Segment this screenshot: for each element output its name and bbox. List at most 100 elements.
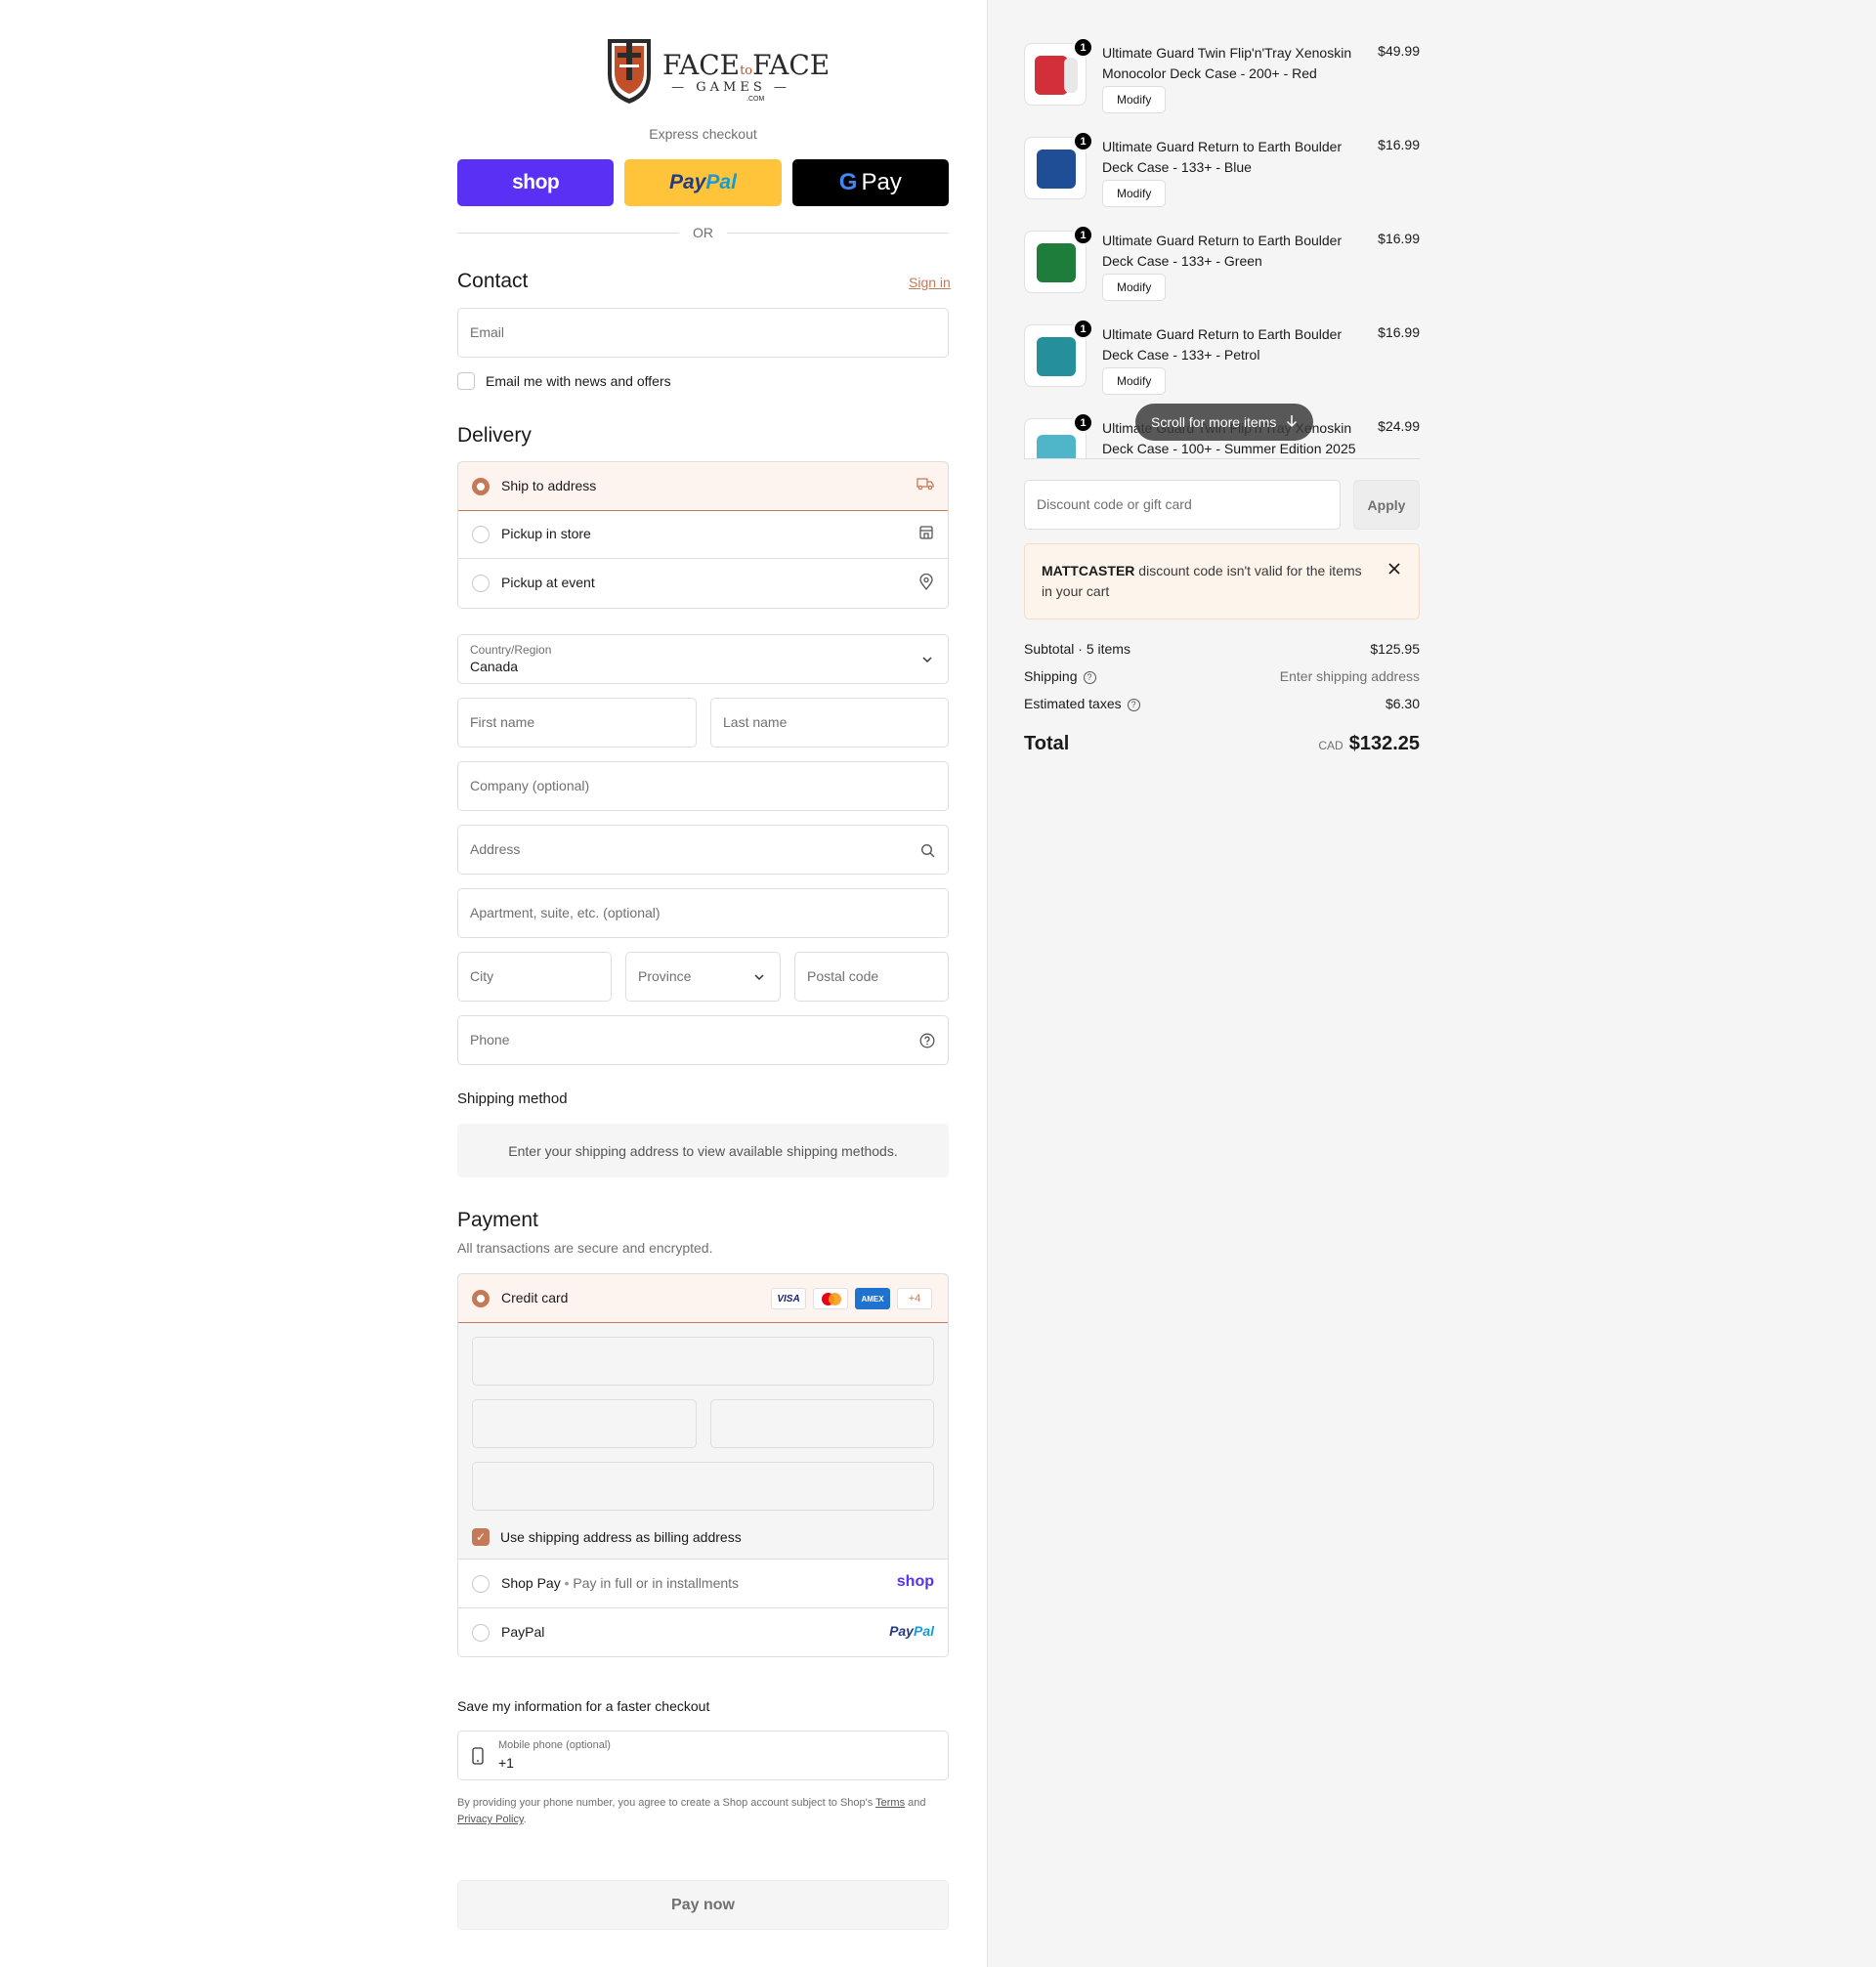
item-price: $49.99: [1378, 43, 1420, 59]
postal-placeholder: Postal code: [807, 968, 879, 984]
modify-button[interactable]: Modify: [1102, 86, 1167, 113]
news-offers-checkbox[interactable]: [457, 372, 475, 390]
ship-radio[interactable]: [472, 478, 490, 495]
email-field[interactable]: Email: [457, 308, 949, 358]
modify-button[interactable]: Modify: [1102, 367, 1167, 395]
city-placeholder: City: [470, 968, 494, 984]
total-value: CAD $132.25: [1318, 733, 1420, 755]
company-field[interactable]: Company (optional): [457, 761, 949, 811]
mobile-phone-icon: [472, 1747, 484, 1768]
card-name-input[interactable]: [472, 1462, 934, 1511]
shipping-method-heading: Shipping method: [457, 1090, 568, 1107]
country-label: Country/Region: [470, 643, 552, 657]
last-name-field[interactable]: Last name: [710, 698, 949, 748]
quantity-badge: 1: [1073, 412, 1093, 433]
store-radio[interactable]: [472, 526, 490, 543]
shop-pay-option[interactable]: Shop Pay • Pay in full or in installment…: [458, 1560, 948, 1608]
phone-placeholder: Phone: [470, 1032, 510, 1048]
shop-pay-express-button[interactable]: shop: [457, 159, 615, 206]
amex-icon: AMEX: [855, 1288, 890, 1309]
email-placeholder: Email: [470, 324, 505, 340]
card-expiry-input[interactable]: [472, 1399, 697, 1448]
gpay-label: Pay: [861, 169, 902, 195]
apartment-placeholder: Apartment, suite, etc. (optional): [470, 905, 661, 920]
cart-items-list[interactable]: 1 Ultimate Guard Twin Flip'n'Tray Xenosk…: [1024, 39, 1420, 459]
google-pay-express-button[interactable]: G Pay: [791, 159, 949, 206]
scroll-hint-label: Scroll for more items: [1151, 414, 1277, 430]
province-placeholder: Province: [638, 968, 692, 984]
apartment-field[interactable]: Apartment, suite, etc. (optional): [457, 888, 949, 938]
help-icon[interactable]: ?: [1083, 670, 1096, 684]
logo-com: .COM: [746, 96, 765, 103]
billing-same-label: Use shipping address as billing address: [500, 1529, 742, 1545]
google-g-icon: G: [838, 169, 858, 195]
shipping-method-info: Enter your shipping address to view avai…: [457, 1124, 949, 1177]
card-cvv-input[interactable]: [710, 1399, 934, 1448]
scroll-more-items-button[interactable]: Scroll for more items: [1135, 404, 1314, 441]
billing-same-checkbox[interactable]: ✓: [472, 1528, 490, 1546]
paypal-option[interactable]: PayPal PayPal: [458, 1608, 948, 1656]
chevron-down-icon: [750, 968, 768, 986]
logo-wordmark: FACEtoFACE: [662, 49, 831, 81]
store-logo[interactable]: FACEtoFACE — GAMES — .COM: [606, 35, 830, 108]
address-placeholder: Address: [470, 841, 521, 857]
sign-in-link[interactable]: Sign in: [909, 275, 951, 290]
terms-link[interactable]: Terms: [875, 1797, 905, 1809]
ship-label: Ship to address: [501, 478, 597, 493]
event-radio[interactable]: [472, 575, 490, 592]
first-name-field[interactable]: First name: [457, 698, 697, 748]
province-select[interactable]: Province: [625, 952, 781, 1002]
cart-item: 1 Ultimate Guard Return to Earth Boulder…: [1024, 319, 1420, 399]
taxes-value: $6.30: [1385, 696, 1420, 711]
discount-code-field[interactable]: Discount code or gift card: [1024, 480, 1341, 530]
contact-heading: Contact: [457, 270, 529, 292]
discount-placeholder: Discount code or gift card: [1037, 496, 1192, 512]
shop-legal-text: By providing your phone number, you agre…: [457, 1797, 926, 1825]
postal-code-field[interactable]: Postal code: [794, 952, 949, 1002]
location-pin-icon: [918, 573, 934, 595]
paypal-express-button[interactable]: Pay Pal: [624, 159, 782, 206]
paypal-logo-part-a: Pay: [669, 171, 706, 193]
card-number-input[interactable]: [472, 1337, 934, 1386]
apply-discount-button[interactable]: Apply: [1353, 480, 1420, 530]
delivery-option-store[interactable]: Pickup in store: [458, 510, 948, 559]
arrow-down-icon: [1286, 414, 1298, 431]
subtotal-value: $125.95: [1370, 641, 1420, 657]
modify-button[interactable]: Modify: [1102, 180, 1167, 207]
store-label: Pickup in store: [501, 526, 591, 541]
privacy-policy-link[interactable]: Privacy Policy: [457, 1814, 524, 1825]
quantity-badge: 1: [1073, 225, 1093, 245]
subtotal-row: Subtotal · 5 items $125.95: [1024, 641, 1420, 657]
delivery-option-ship[interactable]: Ship to address: [458, 462, 948, 511]
item-price: $16.99: [1378, 324, 1420, 340]
credit-card-radio[interactable]: [472, 1290, 490, 1307]
phone-field[interactable]: Phone: [457, 1015, 949, 1065]
search-icon: [918, 841, 936, 859]
shop-pay-radio[interactable]: [472, 1575, 490, 1593]
express-checkout-buttons: shop Pay Pal G Pay: [457, 159, 949, 206]
item-price: $16.99: [1378, 231, 1420, 246]
paypal-label: PayPal: [501, 1624, 545, 1640]
item-name: Ultimate Guard Twin Flip'n'Tray Xenoskin…: [1102, 45, 1352, 81]
country-select[interactable]: Country/Region Canada: [457, 634, 949, 684]
logo-subtitle: — GAMES —: [671, 80, 790, 95]
help-circle-icon[interactable]: [918, 1032, 936, 1049]
mobile-phone-value: +1: [498, 1755, 514, 1771]
paypal-radio[interactable]: [472, 1624, 490, 1642]
credit-card-option[interactable]: Credit card VISA AMEX +4: [458, 1274, 948, 1323]
delivery-option-event[interactable]: Pickup at event: [458, 559, 948, 608]
close-icon[interactable]: [1387, 560, 1401, 580]
first-name-placeholder: First name: [470, 714, 535, 730]
shop-logo: shop: [896, 1573, 934, 1590]
taxes-row: Estimated taxes? $6.30: [1024, 696, 1420, 711]
address-field[interactable]: Address: [457, 825, 949, 875]
city-field[interactable]: City: [457, 952, 612, 1002]
currency-label: CAD: [1318, 739, 1343, 752]
country-value: Canada: [470, 659, 519, 674]
mobile-phone-field[interactable]: Mobile phone (optional) +1: [457, 1731, 949, 1780]
visa-icon: VISA: [771, 1288, 806, 1309]
modify-button[interactable]: Modify: [1102, 274, 1167, 301]
help-icon[interactable]: ?: [1127, 698, 1140, 711]
total-label: Total: [1024, 733, 1070, 754]
pay-now-button[interactable]: Pay now: [457, 1880, 949, 1930]
